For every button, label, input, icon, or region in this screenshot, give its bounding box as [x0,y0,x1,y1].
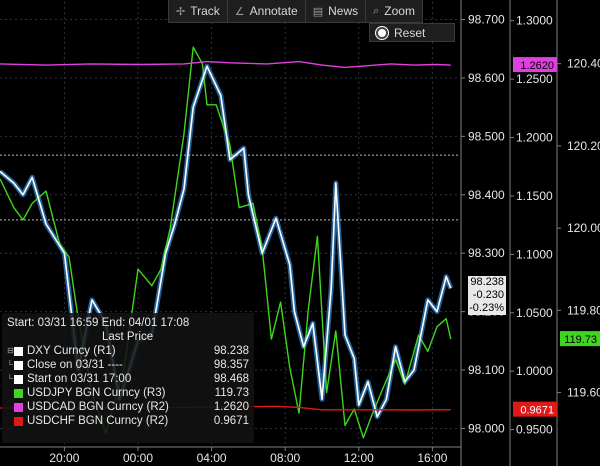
legend-row[interactable]: └ Close on 03/31 ---- 98.357 [7,358,249,372]
legend-row[interactable]: USDCHF BGN Curncy (R2) 0.9671 [7,414,249,428]
legend-expander-icon: └ [7,374,13,383]
news-label: News [328,4,359,18]
x-tick-label: 12:00 [344,451,374,465]
pencil-icon: ∠ [234,5,245,18]
legend-series-value: 1.2620 [213,401,249,413]
r2-tick-label: 1.0000 [516,364,553,378]
r2-tick-label: 1.3000 [516,14,553,28]
r2-tick-label: 1.1500 [516,189,553,203]
legend-swatch [14,346,23,356]
jpy-last-value-box-text: 119.73 [564,334,597,346]
legend-series-name: USDJPY BGN Curncy (R3) [27,387,166,399]
r1-tick-label: 98.500 [468,129,505,143]
r1-tick-label: 98.700 [468,13,505,27]
annotate-button[interactable]: ∠ Annotate [228,0,306,22]
legend-series-value: 0.9671 [213,415,249,427]
legend-series-value: 98.238 [213,345,249,357]
x-tick-label: 20:00 [49,451,79,465]
r1-tick-label: 98.600 [468,71,505,85]
legend-swatch [14,388,23,398]
reset-button[interactable]: Reset [369,23,455,42]
crosshair-icon: ✢ [176,5,186,18]
track-label: Track [190,4,220,18]
annotate-label: Annotate [249,4,298,18]
r1-tick-label: 98.300 [468,246,505,260]
legend-expander-icon: ⊟ [7,346,14,355]
r1-tick-label: 98.400 [468,188,505,202]
legend-series-name: USDCHF BGN Curncy (R2) [27,415,169,427]
r3-tick-label: 119.80 [567,303,600,317]
zoom-label: Zoom [384,4,415,18]
legend-series-value: 119.73 [214,387,249,399]
legend-swatch [14,374,23,384]
r2-tick-label: 0.9500 [516,423,553,437]
legend-series-name: Start on 03/31 17:00 [27,373,132,385]
legend-series-value: 98.468 [213,373,249,385]
legend-row[interactable]: USDJPY BGN Curncy (R3) 119.73 [7,386,249,400]
legend-swatch [14,402,23,412]
cad-last-value-box-text: 1.2620 [520,60,554,72]
legend-series-value: 98.357 [213,359,249,371]
chart-toolbar: ✢ Track ∠ Annotate ▤ News ⌕ Zoom [168,0,423,23]
chf-last-value-box: 0.9671 [513,401,557,417]
r2-tick-label: 1.2000 [516,131,553,145]
cad-last-value-box: 1.2620 [513,57,557,73]
jpy-last-value-box: 119.73 [560,331,600,347]
legend-row[interactable]: └ Start on 03/31 17:00 98.468 [7,372,249,386]
reset-label: Reset [394,25,426,40]
last-price-value: 98.238 [470,276,504,288]
last-price-change-box: 98.238 -0.230 -0.23% [468,276,506,315]
x-tick-label: 08:00 [270,451,300,465]
legend-row[interactable]: ⊟ DXY Curncy (R1) 98.238 [7,344,249,358]
x-tick-label: 16:00 [417,451,447,465]
zoom-button[interactable]: ⌕ Zoom [366,0,422,22]
net-change-value: -0.230 [472,289,504,301]
legend-swatch [14,416,23,426]
date-range-text: Start: 03/31 16:59 End: 04/01 17:08 [7,317,190,329]
reset-radio-icon [376,26,388,39]
r3-tick-label: 120.00 [567,221,600,235]
chart-legend[interactable]: Start: 03/31 16:59 End: 04/01 17:08 Last… [2,313,254,443]
chart-window: 98.70098.60098.50098.40098.30098.20098.1… [0,0,600,466]
series-line-usdcad [0,60,451,69]
r3-tick-label: 120.20 [567,139,600,153]
r3-tick-label: 120.40 [567,57,600,71]
r2-tick-label: 1.1000 [516,247,553,261]
legend-swatch [14,360,23,370]
r1-tick-label: 98.000 [468,421,505,435]
legend-series-name: USDCAD BGN Curncy (R2) [27,401,169,413]
x-tick-label: 04:00 [197,451,227,465]
r2-tick-label: 1.2500 [516,72,553,86]
x-tick-label: 00:00 [123,451,153,465]
legend-series-name: Close on 03/31 ---- [27,359,123,371]
legend-subheader: Last Price [102,331,154,343]
r2-tick-label: 1.0500 [516,306,553,320]
legend-series-name: DXY Curncy (R1) [27,345,116,357]
pct-change-value: -0.23% [469,302,504,314]
track-button[interactable]: ✢ Track [169,0,228,22]
magnifier-icon: ⌕ [373,4,380,17]
news-button[interactable]: ▤ News [306,0,367,22]
news-icon: ▤ [312,5,324,18]
legend-expander-icon: └ [7,360,13,369]
r1-tick-label: 98.100 [468,363,505,377]
chf-last-value-box-text: 0.9671 [520,405,554,417]
legend-row[interactable]: USDCAD BGN Curncy (R2) 1.2620 [7,400,249,414]
r3-tick-label: 119.60 [567,386,600,400]
